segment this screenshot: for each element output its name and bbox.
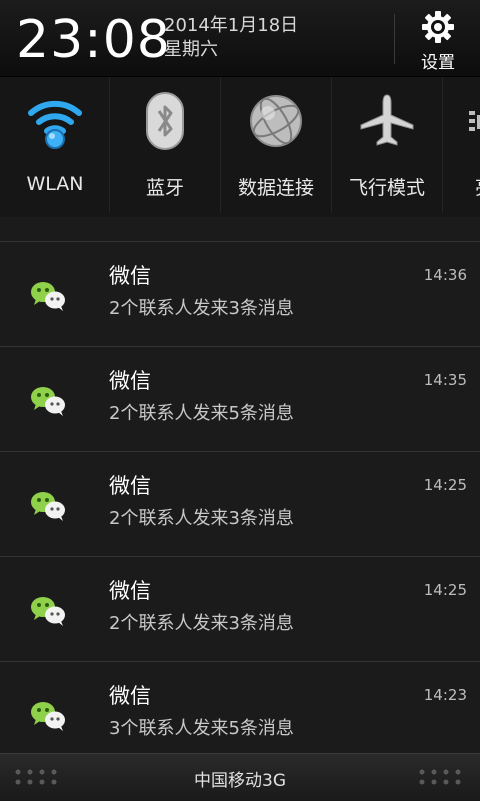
wechat-icon bbox=[31, 597, 65, 626]
toggle-label-airplane-mode: 飞行模式 bbox=[348, 177, 425, 199]
notification-item[interactable]: 微信 2个联系人发来3条消息 14:25 bbox=[0, 556, 480, 661]
weekday: 星期六 bbox=[164, 39, 218, 60]
date: 2014年1月18日 bbox=[164, 15, 299, 36]
notification-item[interactable]: 微信 2个联系人发来3条消息 14:25 bbox=[0, 451, 480, 556]
wechat-icon bbox=[31, 282, 65, 311]
status-header: 23:08 2014年1月18日 星期六 设置 bbox=[0, 0, 480, 77]
toggle-airplane-mode[interactable]: 飞行模式 bbox=[332, 77, 442, 213]
notification-title: 微信 bbox=[109, 369, 151, 393]
wechat-icon bbox=[31, 387, 65, 416]
notification-item[interactable]: 微信 2个联系人发来5条消息 14:35 bbox=[0, 346, 480, 451]
notification-time: 14:25 bbox=[423, 476, 467, 494]
data-connection-icon bbox=[250, 95, 302, 147]
toggle-label-brightness: 亮 bbox=[475, 173, 480, 200]
header-divider bbox=[394, 14, 395, 64]
bluetooth-icon bbox=[146, 92, 184, 150]
notification-message: 3个联系人发来5条消息 bbox=[109, 718, 294, 739]
notification-title: 微信 bbox=[109, 579, 151, 603]
notification-title: 微信 bbox=[109, 264, 151, 288]
notification-time: 14:35 bbox=[423, 371, 467, 389]
notification-time: 14:23 bbox=[423, 686, 467, 704]
gear-icon bbox=[422, 11, 454, 43]
wechat-icon bbox=[31, 702, 65, 731]
toggle-wlan[interactable]: WLAN bbox=[0, 77, 110, 213]
notification-message: 2个联系人发来3条消息 bbox=[109, 298, 294, 319]
notification-item[interactable]: 微信 3个联系人发来5条消息 14:23 bbox=[0, 661, 480, 766]
wechat-icon bbox=[31, 492, 65, 521]
date-block: 2014年1月18日 星期六 bbox=[164, 14, 298, 62]
settings-button[interactable]: 设置 bbox=[408, 6, 468, 73]
notification-message: 2个联系人发来3条消息 bbox=[109, 508, 294, 529]
notification-message: 2个联系人发来5条消息 bbox=[109, 403, 294, 424]
airplane-icon bbox=[360, 94, 414, 146]
toggle-label-data-connection: 数据连接 bbox=[237, 177, 314, 199]
notification-time: 14:36 bbox=[423, 266, 467, 284]
toggle-brightness[interactable]: 亮 bbox=[443, 77, 480, 213]
toggle-label-bluetooth: 蓝牙 bbox=[145, 177, 184, 199]
notification-item[interactable]: 微信 2个联系人发来3条消息 14:36 bbox=[0, 241, 480, 346]
toggle-label-wlan: WLAN bbox=[26, 173, 84, 195]
carrier-bar[interactable]: 中国移动3G bbox=[0, 753, 480, 801]
settings-label: 设置 bbox=[421, 53, 455, 73]
notification-message: 2个联系人发来3条消息 bbox=[109, 613, 294, 634]
notification-title: 微信 bbox=[109, 684, 151, 708]
notification-title: 微信 bbox=[109, 474, 151, 498]
brightness-icon bbox=[469, 111, 480, 131]
toggle-bluetooth[interactable]: 蓝牙 bbox=[110, 77, 220, 213]
quick-toggles: WLAN 蓝牙 数据连接 飞行模式 亮 bbox=[0, 77, 480, 294]
notification-time: 14:25 bbox=[423, 581, 467, 599]
notification-list: 微信 2个联系人发来3条消息 14:36 微信 2个联系人发来5条消息 14:3… bbox=[0, 241, 480, 766]
toggle-data-connection[interactable]: 数据连接 bbox=[221, 77, 331, 213]
wifi-icon bbox=[28, 100, 82, 149]
drag-handle-right-icon bbox=[419, 769, 461, 785]
carrier-label: 中国移动3G bbox=[194, 771, 286, 791]
clock: 23:08 bbox=[16, 10, 171, 70]
